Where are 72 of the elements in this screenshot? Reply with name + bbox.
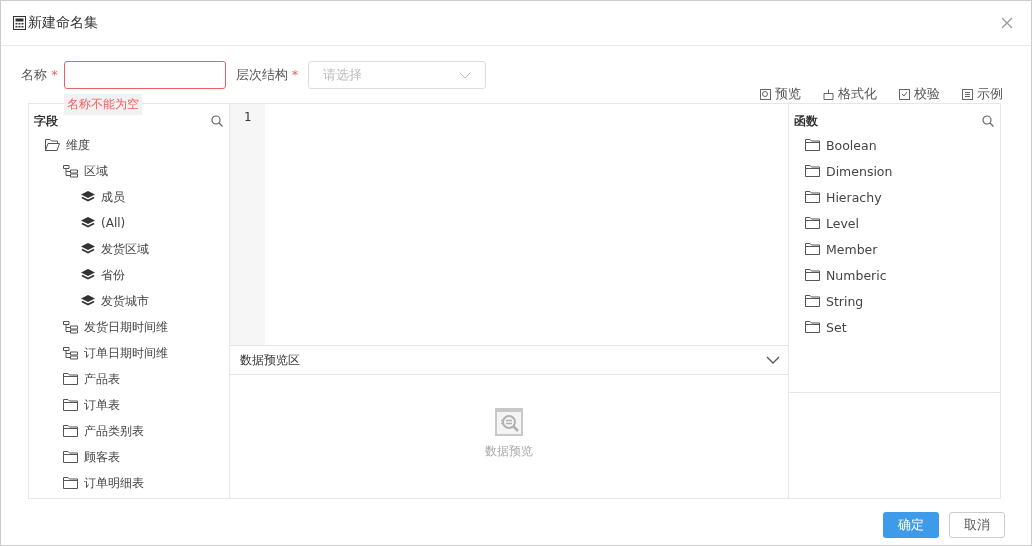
tree-item[interactable]: 维度 <box>29 132 229 158</box>
chevron-down-icon <box>459 71 472 79</box>
tree-item[interactable]: 发货区域 <box>29 236 229 262</box>
document-icon <box>962 89 973 100</box>
tree-item[interactable]: 订单明细表 <box>29 470 229 496</box>
tree-item[interactable]: 订单表 <box>29 392 229 418</box>
function-item[interactable]: Boolean <box>789 132 1000 158</box>
validate-button[interactable]: 校验 <box>899 86 940 103</box>
tree-item[interactable]: 省份 <box>29 262 229 288</box>
preview-title: 数据预览区 <box>240 351 300 369</box>
calculator-icon <box>13 16 26 30</box>
error-message: 名称不能为空 <box>63 94 142 115</box>
hierarchy-icon <box>63 346 78 360</box>
field-label: 层次结构 * <box>235 66 299 84</box>
function-item[interactable]: Numberic <box>789 262 1000 288</box>
function-item[interactable]: Dimension <box>789 158 1000 184</box>
hierarchy-icon <box>63 320 78 334</box>
open-folder-icon <box>45 139 60 151</box>
layers-icon <box>81 295 95 307</box>
folder-icon <box>63 477 78 489</box>
preview-icon <box>760 89 771 100</box>
field-label: 名称 * <box>21 66 58 84</box>
tree-item[interactable]: 发货日期时间维 <box>29 314 229 340</box>
example-button[interactable]: 示例 <box>962 86 1003 103</box>
folder-icon <box>63 399 78 411</box>
line-number: 1 <box>243 110 252 124</box>
hierarchy-icon <box>63 164 78 178</box>
code-editor[interactable]: 1 <box>230 104 788 346</box>
format-icon <box>823 89 834 100</box>
folder-icon <box>805 217 820 229</box>
preview-header[interactable]: 数据预览区 <box>230 346 788 375</box>
layers-icon <box>81 217 95 229</box>
function-item[interactable]: String <box>789 288 1000 314</box>
empty-text: 数据预览 <box>485 443 533 460</box>
check-icon <box>899 89 910 100</box>
function-item[interactable]: Set <box>789 314 1000 340</box>
tree-item[interactable]: 发货城市 <box>29 288 229 314</box>
folder-icon <box>805 191 820 203</box>
panel-title: 字段 <box>34 112 58 130</box>
layers-icon <box>81 191 95 203</box>
function-item[interactable]: Member <box>789 236 1000 262</box>
folder-icon <box>805 139 820 151</box>
tree-item[interactable]: 产品表 <box>29 366 229 392</box>
layers-icon <box>81 269 95 281</box>
folder-icon <box>805 295 820 307</box>
tree-item[interactable]: 订单日期时间维 <box>29 340 229 366</box>
function-item[interactable]: Level <box>789 210 1000 236</box>
tree-item[interactable]: (All) <box>29 210 229 236</box>
function-item[interactable]: Hierachy <box>789 184 1000 210</box>
chevron-down-icon[interactable] <box>766 356 780 364</box>
data-preview-icon <box>495 408 523 436</box>
panel-title: 函数 <box>794 112 818 130</box>
folder-icon <box>805 321 820 333</box>
close-icon[interactable] <box>1001 17 1013 29</box>
tree-item[interactable]: 顾客表 <box>29 444 229 470</box>
search-icon[interactable] <box>211 115 223 127</box>
tree-item[interactable]: 产品类别表 <box>29 418 229 444</box>
layers-icon <box>81 243 95 255</box>
folder-icon <box>63 451 78 463</box>
name-input[interactable] <box>63 61 226 89</box>
tree-item[interactable]: 区域 <box>29 158 229 184</box>
folder-icon <box>63 373 78 385</box>
preview-button[interactable]: 预览 <box>760 86 801 103</box>
cancel-button[interactable]: 取消 <box>949 512 1005 538</box>
dialog-title: 新建命名集 <box>28 14 98 32</box>
folder-icon <box>805 165 820 177</box>
tree-item[interactable]: 成员 <box>29 184 229 210</box>
folder-icon <box>63 425 78 437</box>
folder-icon <box>805 269 820 281</box>
search-icon[interactable] <box>982 115 994 127</box>
folder-icon <box>805 243 820 255</box>
format-button[interactable]: 格式化 <box>823 86 877 103</box>
